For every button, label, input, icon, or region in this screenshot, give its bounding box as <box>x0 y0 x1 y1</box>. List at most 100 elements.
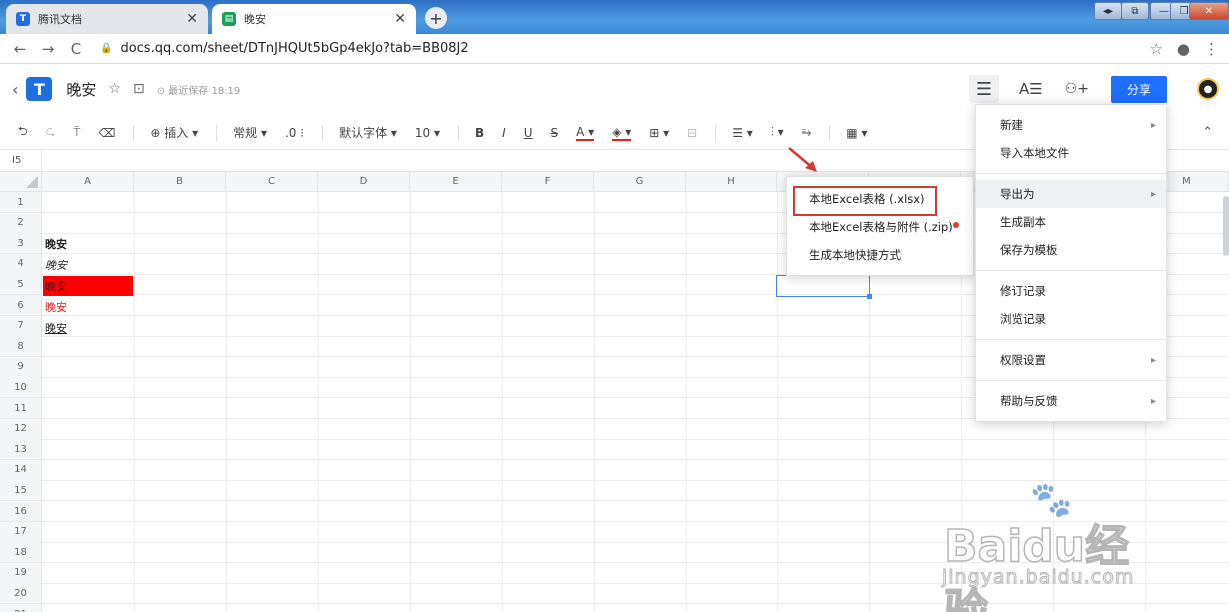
menu-item-help[interactable]: 帮助与反馈 ▸ <box>976 387 1166 415</box>
column-header-f[interactable]: F <box>502 172 594 192</box>
column-header-b[interactable]: B <box>134 172 226 192</box>
doc-title[interactable]: 晚安 <box>66 79 96 100</box>
font-family-select[interactable]: 默认字体 ▾ <box>339 124 397 141</box>
row-header-20[interactable]: 20 <box>0 583 42 605</box>
add-collaborator-icon[interactable]: ⚇+ <box>1065 81 1089 97</box>
export-zip-item[interactable]: 本地Excel表格与附件 (.zip) <box>787 213 973 241</box>
url-field[interactable]: 🔒 docs.qq.com/sheet/DTnJHQUt5bGp4ekJo?ta… <box>100 41 469 56</box>
row-header-2[interactable]: 2 <box>0 212 42 234</box>
row-header-11[interactable]: 11 <box>0 398 42 419</box>
window-restore-small-button[interactable]: ⧉ <box>1121 2 1149 20</box>
row-header-9[interactable]: 9 <box>0 356 42 378</box>
text-format-icon[interactable]: A☰ <box>1019 80 1043 98</box>
cell-reference[interactable]: I5 <box>0 150 42 171</box>
column-header-h[interactable]: H <box>686 172 777 192</box>
cell-a3[interactable]: 晚安 <box>43 234 133 254</box>
tab-close-icon[interactable]: ✕ <box>394 11 406 27</box>
column-header-g[interactable]: G <box>594 172 686 192</box>
text-color-icon[interactable]: A ▾ <box>576 125 595 141</box>
row-header-3[interactable]: 3 <box>0 233 42 255</box>
star-icon[interactable]: ☆ <box>108 81 121 97</box>
tencent-docs-logo-icon[interactable]: T <box>26 77 53 101</box>
row-header-19[interactable]: 19 <box>0 562 42 584</box>
decimal-places-stepper[interactable]: .0 ⁝ <box>285 126 304 140</box>
undo-icon[interactable]: ⮌ <box>18 122 28 143</box>
row-header-8[interactable]: 8 <box>0 336 42 358</box>
row-header-16[interactable]: 16 <box>0 501 42 522</box>
fill-color-icon[interactable]: ◈ ▾ <box>612 125 632 141</box>
collapse-toolbar-icon[interactable]: ⌃ <box>1202 125 1213 140</box>
menu-item-view-history[interactable]: 浏览记录 <box>976 305 1166 333</box>
menu-item-revision-history[interactable]: 修订记录 <box>976 277 1166 305</box>
insert-button[interactable]: ⊕ 插入 ▾ <box>150 124 198 141</box>
window-extra-button[interactable]: ◂▸ <box>1094 2 1122 20</box>
row-header-1[interactable]: 1 <box>0 192 42 213</box>
clear-format-icon[interactable]: ⌫ <box>98 126 115 140</box>
menu-item-import[interactable]: 导入本地文件 <box>976 139 1166 167</box>
column-header-c[interactable]: C <box>226 172 318 192</box>
row-header-6[interactable]: 6 <box>0 295 42 316</box>
menu-item-save-template[interactable]: 保存为模板 <box>976 236 1166 264</box>
row-header-10[interactable]: 10 <box>0 377 42 399</box>
back-arrow-icon[interactable]: ← <box>12 40 28 58</box>
column-header-d[interactable]: D <box>318 172 410 192</box>
browser-menu-icon[interactable]: ⋮ <box>1204 40 1219 58</box>
row-header-14[interactable]: 14 <box>0 459 42 481</box>
menu-item-label: 帮助与反馈 <box>1000 394 1058 408</box>
row-header-5[interactable]: 5 <box>0 274 42 296</box>
menu-item-permissions[interactable]: 权限设置 ▸ <box>976 346 1166 374</box>
bold-icon[interactable]: B <box>475 126 484 140</box>
menu-item-export[interactable]: 导出为 ▸ <box>976 180 1166 208</box>
wrap-text-icon[interactable]: ⥱ <box>802 125 812 140</box>
italic-icon[interactable]: I <box>502 126 506 140</box>
share-button[interactable]: 分享 <box>1110 75 1167 103</box>
menu-item-new[interactable]: 新建 ▸ <box>976 111 1166 139</box>
chart-icon[interactable]: ▦ ▾ <box>846 126 867 140</box>
new-tab-button[interactable]: + <box>425 7 447 29</box>
cell-a6[interactable]: 晚安 <box>43 297 133 317</box>
profile-icon[interactable]: ● <box>1177 40 1190 58</box>
reload-icon[interactable]: C <box>68 40 84 58</box>
row-header-21[interactable]: 21 <box>0 604 42 612</box>
row-header-7[interactable]: 7 <box>0 315 42 337</box>
strikethrough-icon[interactable]: S <box>551 126 559 140</box>
vertical-scrollbar[interactable] <box>1223 196 1229 256</box>
number-format-select[interactable]: 常规 ▾ <box>233 124 267 141</box>
format-painter-icon[interactable]: ⍑ <box>73 125 80 140</box>
browser-tab-tencent-docs[interactable]: T 腾讯文档 ✕ <box>6 4 208 34</box>
bookmark-star-icon[interactable]: ☆ <box>1149 40 1162 58</box>
cell-a5[interactable]: 晚安 <box>43 276 133 296</box>
column-gridline <box>594 192 595 612</box>
select-all-corner[interactable] <box>0 172 42 192</box>
move-to-folder-icon[interactable]: ⊡ <box>133 81 145 97</box>
row-header-18[interactable]: 18 <box>0 542 42 564</box>
create-shortcut-item[interactable]: 生成本地快捷方式 <box>787 241 973 269</box>
vertical-align-icon[interactable]: ⫶ ▾ <box>771 125 784 140</box>
column-header-a[interactable]: A <box>42 172 134 192</box>
underline-icon[interactable]: U <box>524 126 533 140</box>
row-header-17[interactable]: 17 <box>0 521 42 543</box>
merge-cells-icon[interactable]: ⊟ <box>687 126 697 140</box>
forward-arrow-icon[interactable]: → <box>40 40 56 58</box>
export-xlsx-item[interactable]: 本地Excel表格 (.xlsx) <box>787 185 973 216</box>
menu-icon[interactable]: ☰ <box>968 75 999 103</box>
browser-tab-sheet[interactable]: ▤ 晚安 ✕ <box>212 4 416 34</box>
menu-item-copy[interactable]: 生成副本 <box>976 208 1166 236</box>
font-size-select[interactable]: 10 ▾ <box>415 126 440 140</box>
horizontal-align-icon[interactable]: ☰ ▾ <box>732 126 753 140</box>
back-chevron-icon[interactable]: ‹ <box>12 80 18 99</box>
window-close-button[interactable]: ✕ <box>1189 2 1229 20</box>
row-header-4[interactable]: 4 <box>0 253 42 275</box>
column-header-e[interactable]: E <box>410 172 502 192</box>
cell-a7[interactable]: 晚安 <box>43 318 133 338</box>
avatar[interactable]: ● <box>1197 78 1219 100</box>
redo-icon[interactable]: ⮎ <box>46 122 56 143</box>
border-icon[interactable]: ⊞ ▾ <box>649 126 669 140</box>
selected-cell-outline[interactable] <box>776 275 872 299</box>
tab-close-icon[interactable]: ✕ <box>186 11 198 27</box>
row-header-15[interactable]: 15 <box>0 480 42 502</box>
row-header-13[interactable]: 13 <box>0 439 42 461</box>
row-header-12[interactable]: 12 <box>0 418 42 440</box>
cell-a4[interactable]: 晚安 <box>43 255 133 275</box>
url-text: docs.qq.com/sheet/DTnJHQUt5bGp4ekJo?tab=… <box>120 41 469 56</box>
